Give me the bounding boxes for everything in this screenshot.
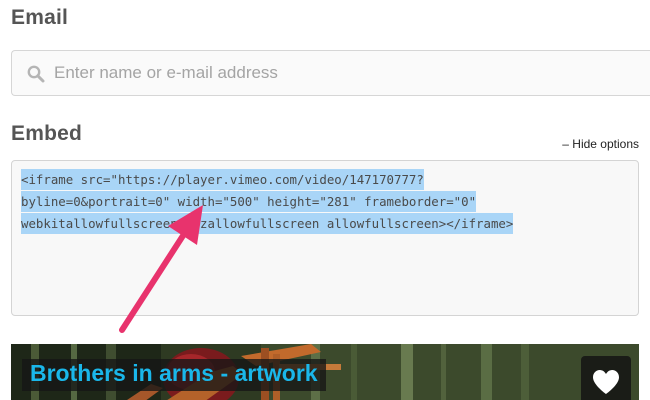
- page: Email Embed – Hide options <iframe src="…: [0, 0, 650, 400]
- embed-code-text[interactable]: <iframe src="https://player.vimeo.com/vi…: [21, 169, 633, 235]
- email-input[interactable]: [54, 51, 650, 95]
- embed-code-line: <iframe src="https://player.vimeo.com/vi…: [21, 169, 424, 190]
- embed-code-box[interactable]: <iframe src="https://player.vimeo.com/vi…: [11, 160, 639, 316]
- email-section-title: Email: [11, 6, 69, 29]
- video-title-link[interactable]: Brothers in arms - artwork: [22, 359, 326, 391]
- email-field[interactable]: [11, 50, 650, 96]
- embed-code-line: byline=0&portrait=0" width="500" height=…: [21, 191, 477, 212]
- video-card[interactable]: Brothers in arms - artwork: [11, 344, 639, 400]
- embed-code-line: webkitallowfullscreen mozallowfullscreen…: [21, 213, 514, 234]
- like-button[interactable]: [581, 356, 631, 400]
- search-icon: [27, 65, 45, 83]
- heart-icon: [593, 370, 619, 394]
- hide-options-link[interactable]: – Hide options: [562, 137, 639, 151]
- embed-section-title: Embed: [11, 122, 83, 145]
